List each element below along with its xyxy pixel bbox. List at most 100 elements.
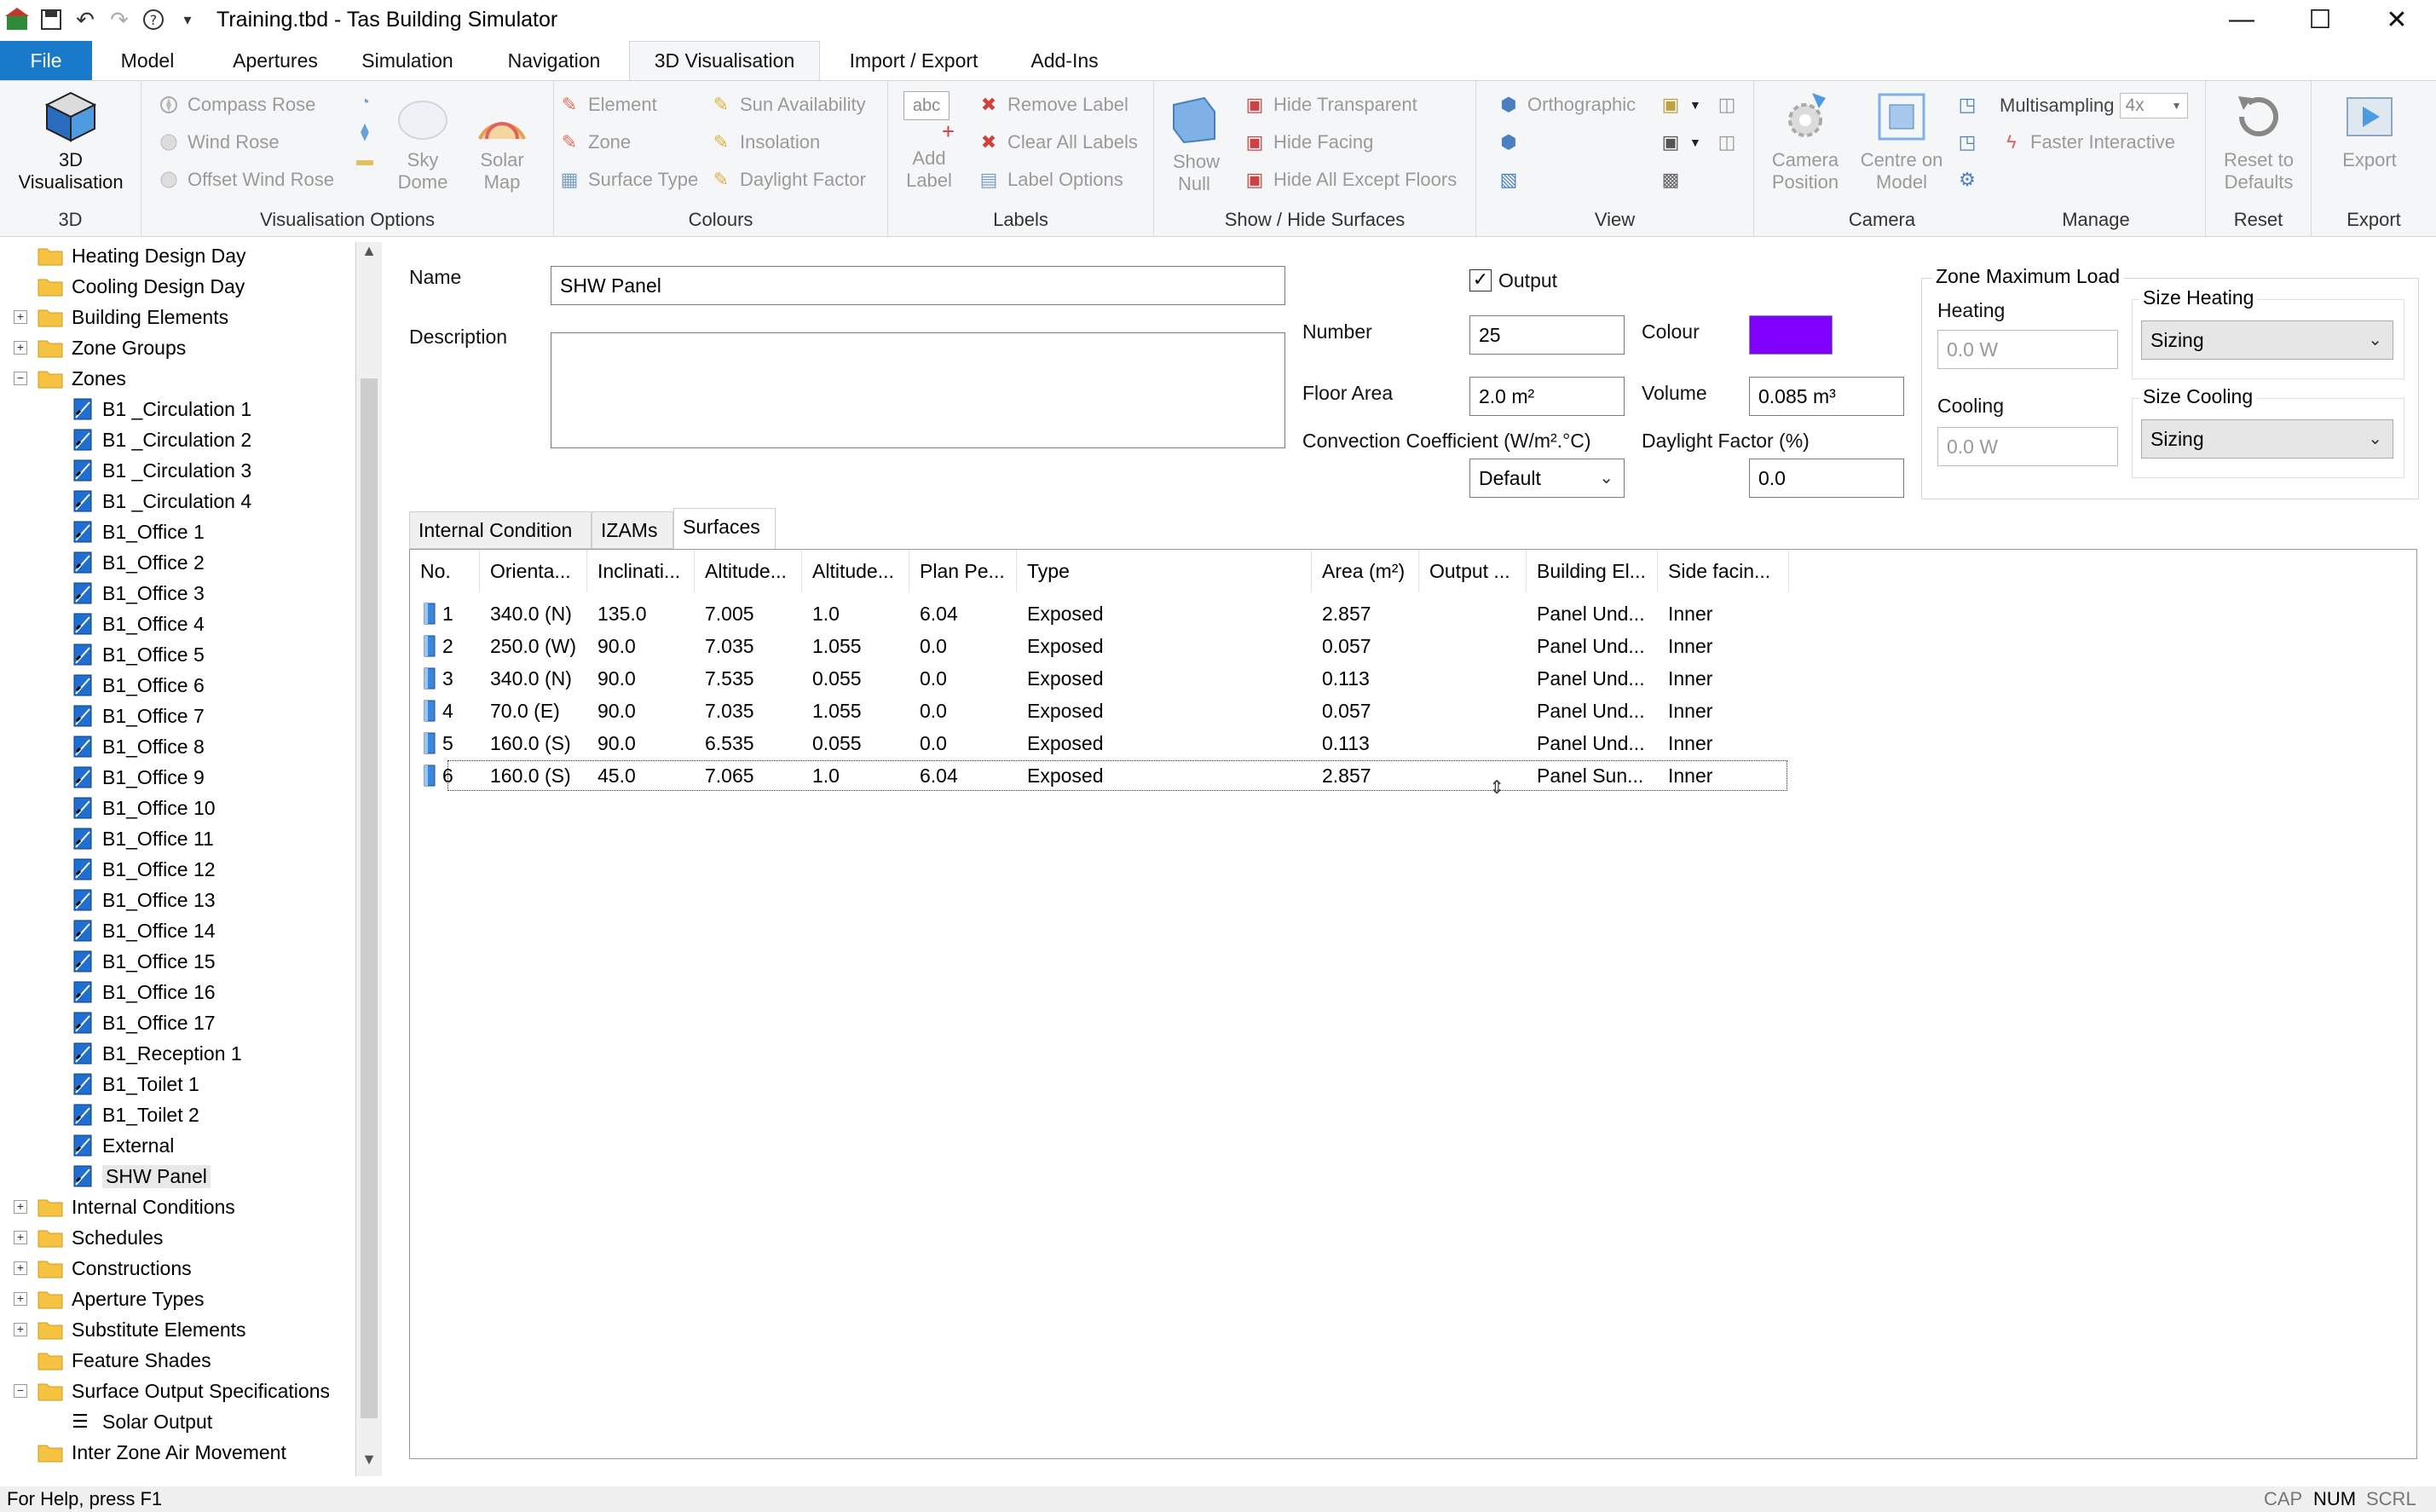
table-row[interactable] — [410, 662, 1789, 695]
tab-surfaces[interactable]: Surfaces — [673, 508, 776, 549]
scroll-up-arrow-icon[interactable]: ▲ — [356, 242, 382, 268]
tree-zone-item[interactable]: B1_Office 17 — [72, 1007, 216, 1038]
tree-zone-item[interactable]: B1_Toilet 1 — [72, 1069, 199, 1099]
tree-folder[interactable]: Inter Zone Air Movement — [38, 1437, 286, 1468]
expand-icon[interactable]: + — [14, 341, 27, 355]
export-button[interactable]: Export — [2329, 89, 2410, 171]
surfaces-table[interactable]: No. Orienta... Inclinati... Altitude... Alti… — [409, 549, 2417, 1459]
collapse-icon[interactable]: − — [14, 1384, 27, 1398]
description-textarea[interactable] — [551, 332, 1285, 448]
tree-zone-item[interactable]: B1_Office 7 — [72, 701, 205, 731]
redo-icon[interactable]: ↷ — [102, 3, 136, 37]
colour-by-surface-type-button[interactable]: ▦ Surface Type — [557, 168, 699, 192]
convection-coefficient-select[interactable]: Default ⌄ — [1469, 459, 1625, 498]
expand-icon[interactable]: + — [14, 1261, 27, 1275]
camera-position-button[interactable]: Camera Position — [1764, 89, 1846, 193]
model-tree[interactable]: Heating Design Day Cooling Design Day Buil… — [0, 242, 356, 1476]
tree-folder[interactable]: Zone Groups — [38, 332, 186, 363]
column-header[interactable]: Type — [1017, 550, 1312, 592]
expand-icon[interactable]: + — [14, 310, 27, 324]
table-row[interactable] — [410, 727, 1789, 759]
tree-zone-item[interactable]: B1_Office 6 — [72, 670, 205, 701]
close-button[interactable]: ✕ — [2358, 0, 2436, 39]
tree-zone-item[interactable]: B1 _Circulation 3 — [72, 455, 251, 486]
tree-folder[interactable]: Internal Conditions — [38, 1192, 235, 1222]
camera-option-1-button[interactable]: ◳ — [1955, 93, 1986, 117]
tree-zone-item[interactable]: B1_Toilet 2 — [72, 1099, 199, 1130]
daylight-factor-input[interactable]: 0.0 — [1749, 459, 1904, 498]
zone-name-input[interactable]: SHW Panel — [551, 266, 1285, 305]
hide-transparent-button[interactable]: ▣ Hide Transparent — [1243, 93, 1417, 117]
column-header[interactable]: Side facin... — [1658, 550, 1789, 592]
multisampling-select[interactable]: 4x ▼ — [2119, 93, 2188, 118]
tree-zone-item[interactable]: B1_Office 1 — [72, 517, 205, 547]
tree-zone-item[interactable]: B1 _Circulation 4 — [72, 486, 251, 517]
help-icon[interactable]: ? — [136, 3, 170, 37]
tree-folder[interactable]: Building Elements — [38, 302, 228, 332]
tree-zone-item[interactable]: B1_Office 10 — [72, 793, 216, 823]
daylight-factor-button[interactable]: ✎ Daylight Factor — [709, 168, 866, 192]
tree-scrollbar[interactable]: ▲ ▼ — [356, 242, 382, 1476]
sky-dome-button[interactable]: Sky Dome — [389, 89, 457, 193]
orthographic-button[interactable]: ⬢ Orthographic — [1497, 93, 1636, 117]
tree-zone-item[interactable]: B1_Office 2 — [72, 547, 205, 578]
floor-area-field[interactable]: 2.0 m² — [1469, 377, 1625, 416]
insolation-button[interactable]: ✎ Insolation — [709, 130, 820, 154]
reset-to-defaults-button[interactable]: Reset to Defaults — [2209, 89, 2308, 193]
zone-colour-swatch[interactable] — [1749, 315, 1833, 355]
split-view-button[interactable]: ◫ — [1715, 93, 1746, 117]
tab-simulation[interactable]: Simulation — [348, 41, 467, 80]
checker-button[interactable]: ▩ — [1659, 168, 1689, 192]
3d-visualisation-button[interactable]: 3D Visualisation — [5, 89, 136, 193]
faster-interactive-button[interactable]: ϟ Faster Interactive — [2000, 130, 2175, 154]
tree-zone-item[interactable]: B1_Office 14 — [72, 915, 216, 946]
column-header[interactable]: Altitude... — [695, 550, 802, 592]
tree-folder[interactable]: Heating Design Day — [38, 242, 246, 271]
tree-solar-output-item[interactable]: ☰ Solar Output — [72, 1406, 212, 1437]
size-heating-select[interactable]: Sizing ⌄ — [2141, 320, 2393, 360]
add-label-button[interactable]: abc + Add Label — [897, 91, 961, 192]
tab-izams[interactable]: IZAMs — [592, 511, 673, 549]
hide-all-except-floors-button[interactable]: ▣ Hide All Except Floors — [1243, 168, 1458, 192]
tree-zone-item[interactable]: B1 _Circulation 1 — [72, 394, 251, 424]
table-row[interactable] — [410, 695, 1789, 727]
tree-zone-item[interactable]: B1 _Circulation 2 — [72, 424, 251, 455]
tree-zone-item[interactable]: B1_Office 4 — [72, 609, 205, 639]
column-header[interactable]: Building El... — [1527, 550, 1658, 592]
tree-zone-item[interactable]: B1_Office 9 — [72, 762, 205, 793]
collapse-icon[interactable]: − — [14, 372, 27, 385]
tree-folder[interactable]: Substitute Elements — [38, 1314, 246, 1345]
column-header[interactable]: Inclinati... — [587, 550, 695, 592]
compass-rose-button[interactable]: Compass Rose — [157, 93, 315, 117]
sun-availability-button[interactable]: ✎ Sun Availability — [709, 93, 866, 117]
tab-internal-condition[interactable]: Internal Condition — [409, 511, 592, 549]
tree-folder[interactable]: Feature Shades — [38, 1345, 211, 1376]
output-checkbox[interactable]: ✓ — [1469, 269, 1492, 291]
dual-view-button[interactable]: ◫ — [1715, 130, 1746, 154]
save-icon[interactable] — [34, 3, 68, 37]
offset-wind-rose-button[interactable]: Offset Wind Rose — [157, 168, 334, 192]
tab-apertures[interactable]: Apertures — [211, 41, 339, 80]
undo-icon[interactable]: ↶ — [68, 3, 102, 37]
tree-folder[interactable]: Aperture Types — [38, 1284, 205, 1314]
centre-on-model-button[interactable]: Centre on Model — [1856, 89, 1947, 193]
tree-zone-item[interactable]: B1_Office 16 — [72, 977, 216, 1007]
tab-model[interactable]: Model — [101, 41, 194, 80]
camera-option-2-button[interactable]: ◳ — [1955, 130, 1986, 154]
column-header[interactable]: Area (m²) — [1312, 550, 1419, 592]
tree-zone-item[interactable]: B1_Reception 1 — [72, 1038, 242, 1069]
column-header[interactable]: No. — [410, 550, 480, 592]
hide-facing-button[interactable]: ▣ Hide Facing — [1243, 130, 1374, 154]
column-header[interactable]: Altitude... — [802, 550, 909, 592]
view-front-button[interactable]: ▧ — [1497, 168, 1527, 192]
tree-folder[interactable]: Cooling Design Day — [38, 271, 245, 302]
expand-icon[interactable]: + — [14, 1292, 27, 1306]
tab-file[interactable]: File — [0, 41, 92, 80]
volume-field[interactable]: 0.085 m³ — [1749, 377, 1904, 416]
maximize-button[interactable]: ☐ — [2281, 0, 2359, 39]
table-row[interactable] — [410, 597, 1789, 630]
column-header[interactable]: Output ... — [1419, 550, 1527, 592]
tree-folder[interactable]: Surface Output Specifications — [38, 1376, 330, 1406]
tree-folder[interactable]: Zones — [38, 363, 126, 394]
wind-rose-button[interactable]: Wind Rose — [157, 130, 280, 154]
